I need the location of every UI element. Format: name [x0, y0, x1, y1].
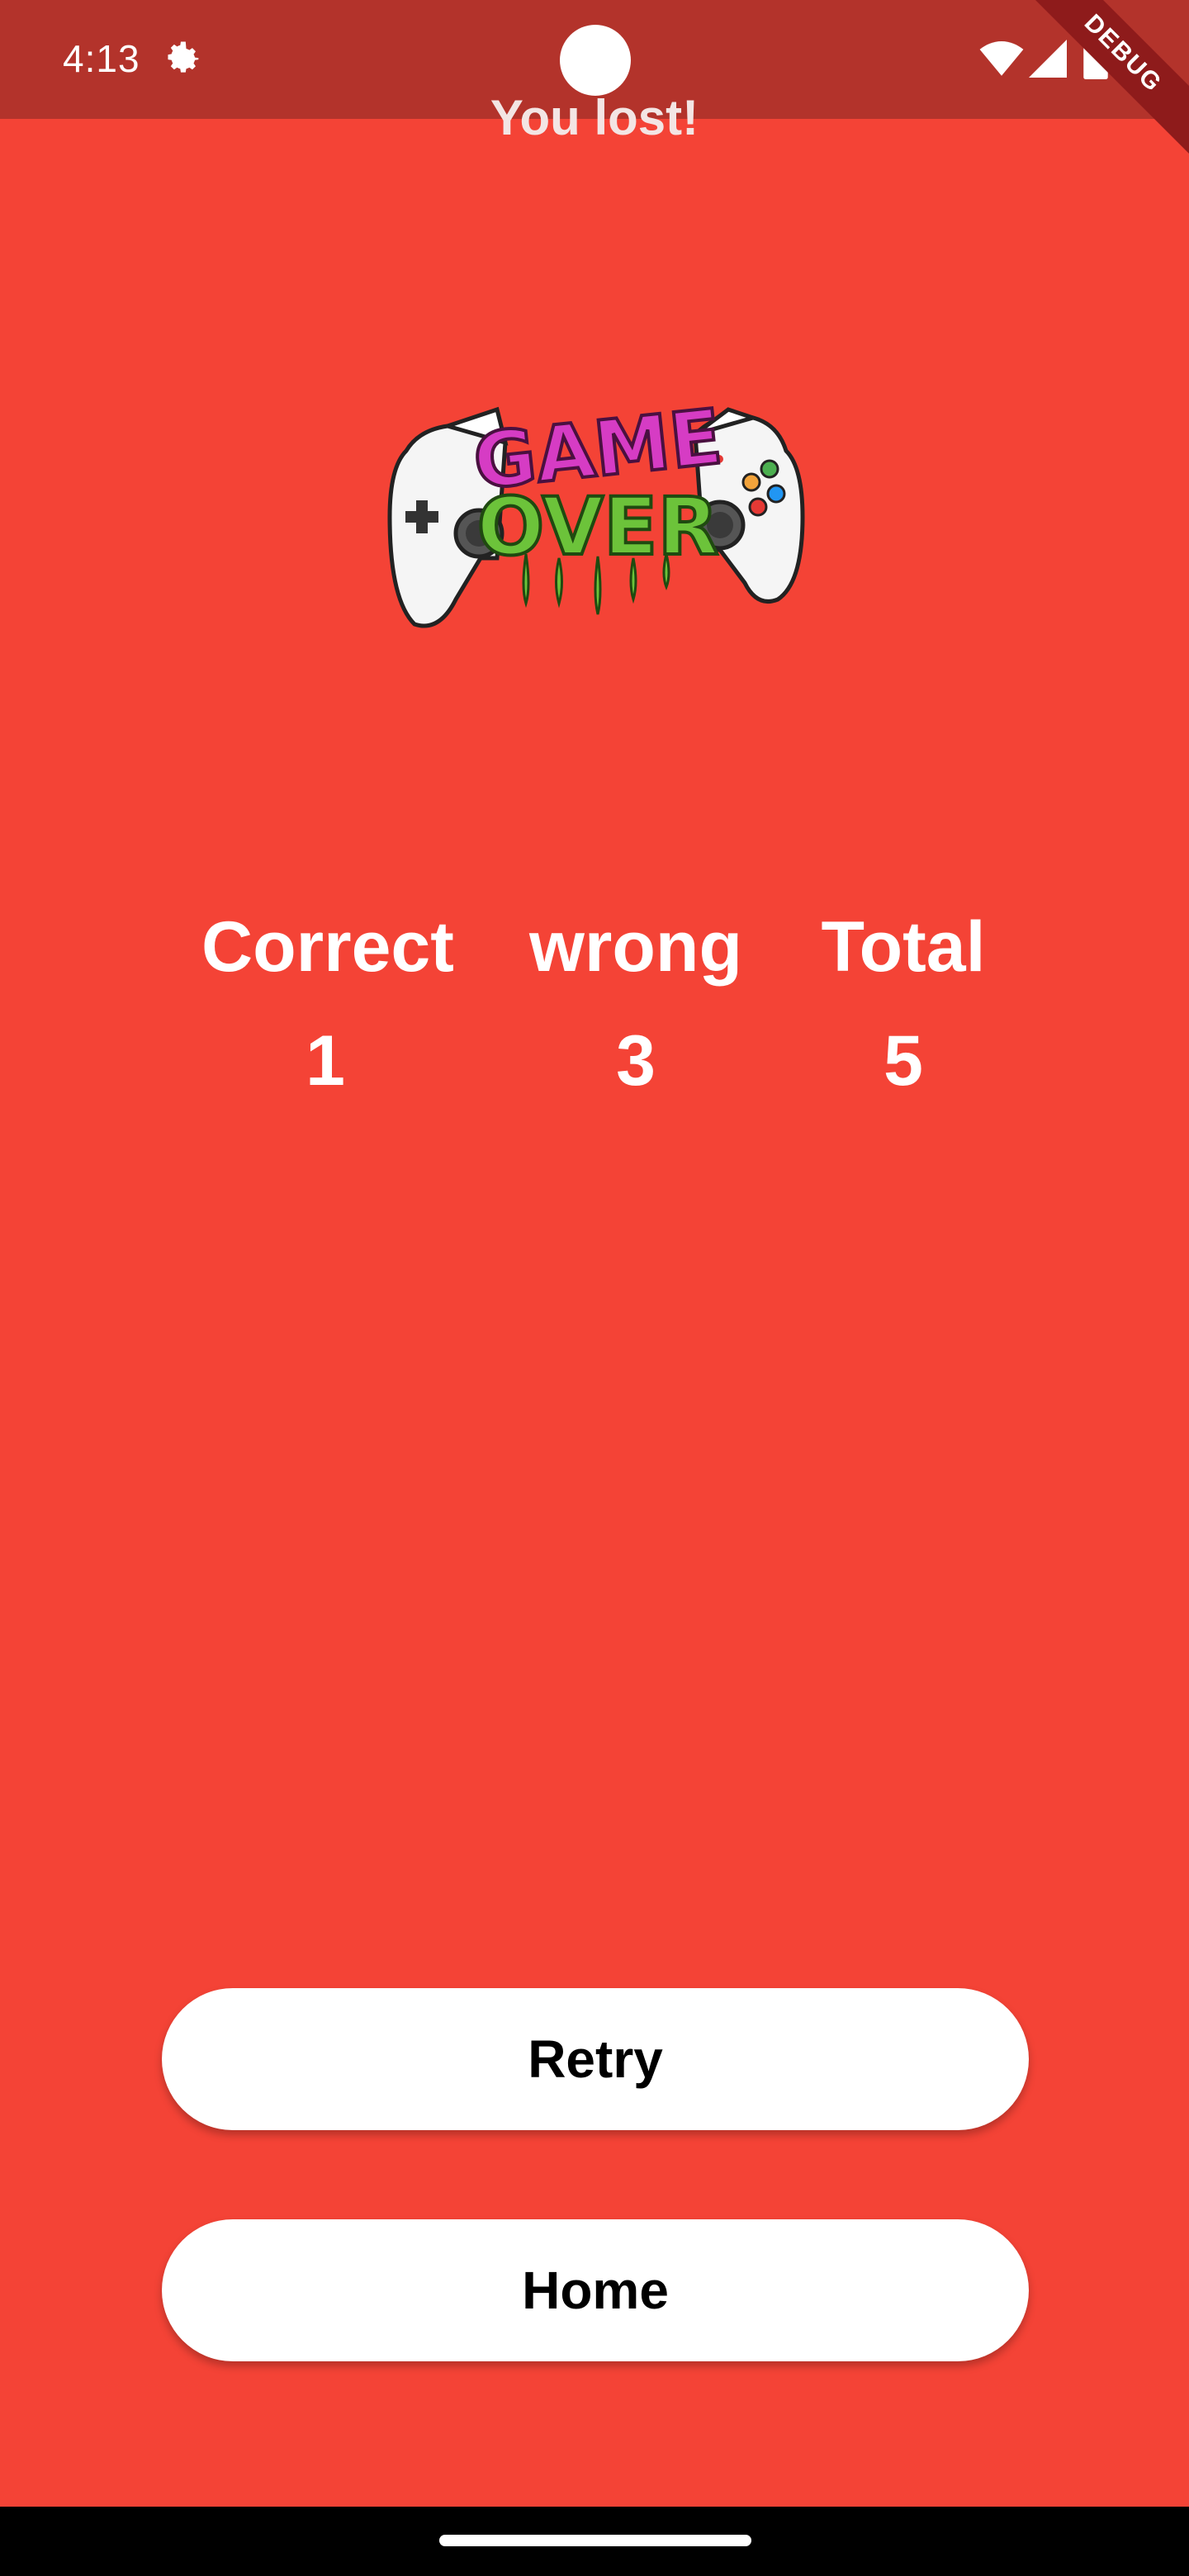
correct-stat: Correct 1: [201, 902, 454, 1106]
system-nav-bar: [0, 2507, 1189, 2576]
correct-label: Correct: [201, 907, 454, 987]
wrong-label: wrong: [529, 907, 742, 987]
home-gesture-handle[interactable]: [439, 2535, 751, 2546]
game-over-logo: GAME OVER: [387, 391, 805, 628]
camera-cutout: [560, 25, 631, 96]
correct-value: 1: [306, 1021, 345, 1101]
score-stats: Correct 1 wrong 3 Total 5: [0, 902, 1189, 1116]
retry-button[interactable]: Retry: [162, 1988, 1029, 2130]
total-stat: Total 5: [779, 902, 1027, 1106]
total-value: 5: [883, 1021, 923, 1101]
wrong-value: 3: [616, 1021, 656, 1101]
game-over-screen: 4:13 DEBUG You lost! GAME OVER Correct 1…: [0, 0, 1189, 2576]
gear-icon: [168, 41, 199, 73]
wifi-icon: [979, 41, 1024, 76]
home-button[interactable]: Home: [162, 2219, 1029, 2361]
page-title: You lost!: [490, 90, 699, 145]
signal-icon: [1029, 40, 1067, 78]
wrong-stat: wrong 3: [512, 902, 760, 1106]
total-label: Total: [821, 907, 986, 987]
status-time: 4:13: [63, 37, 140, 80]
